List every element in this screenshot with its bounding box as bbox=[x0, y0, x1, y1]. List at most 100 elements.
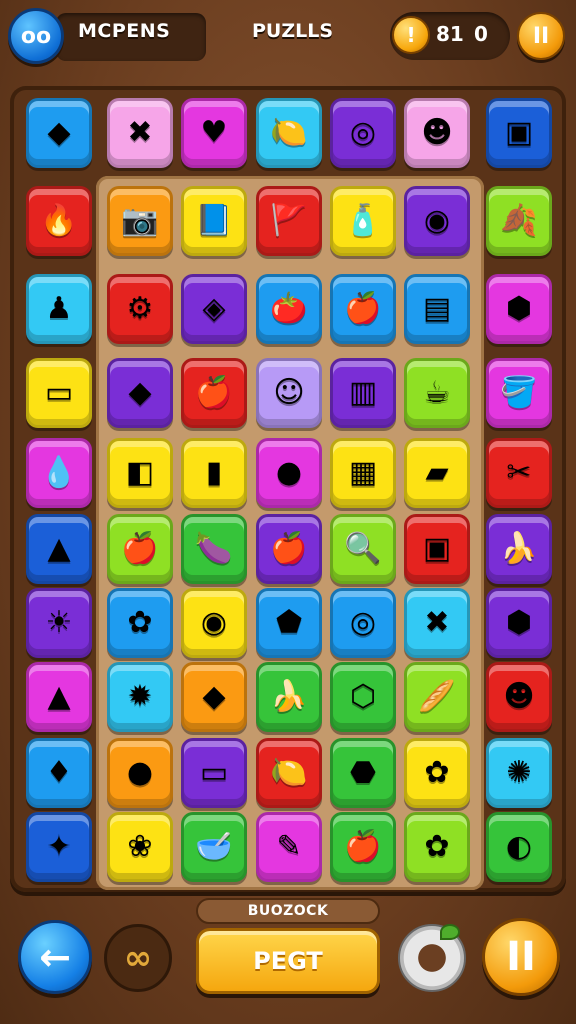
purple-ring-icon: ◎ bbox=[349, 115, 377, 150]
green-pot-tile[interactable]: ⬣ bbox=[330, 738, 396, 808]
lavender-face-tile[interactable]: ☺ bbox=[256, 358, 322, 428]
yellow-flower-icon: ✿ bbox=[424, 755, 450, 790]
link-button[interactable]: ∞ bbox=[104, 924, 172, 992]
red-face-icon: ☻ bbox=[503, 679, 535, 714]
blue-star-tile[interactable]: ✦ bbox=[26, 812, 92, 882]
purple-ring-tile[interactable]: ◎ bbox=[330, 98, 396, 168]
back-button[interactable]: ← bbox=[18, 920, 92, 994]
orange-camera-tile[interactable]: 📷 bbox=[107, 186, 173, 256]
lime-flower-tile[interactable]: ✿ bbox=[404, 812, 470, 882]
yellow-box-tile[interactable]: ▰ bbox=[404, 438, 470, 508]
green-box-tile[interactable]: ⬡ bbox=[330, 662, 396, 732]
magenta-heart-tile[interactable]: ♥ bbox=[181, 98, 247, 168]
pink-face-tile[interactable]: ☻ bbox=[404, 98, 470, 168]
green-bowl-tile[interactable]: 🥣 bbox=[181, 812, 247, 882]
lime-apple-icon: 🍎 bbox=[121, 531, 159, 566]
yellow-battery-tile[interactable]: ▮ bbox=[181, 438, 247, 508]
red-lemon-tile[interactable]: 🍋 bbox=[256, 738, 322, 808]
green-apple-tile[interactable]: 🍎 bbox=[330, 812, 396, 882]
blue-leaf-tile[interactable]: ⬟ bbox=[256, 588, 322, 658]
pause-button[interactable]: II bbox=[482, 918, 560, 996]
top-bar: oo MCPENS PUZLLS ! 81 0 II bbox=[0, 0, 576, 78]
red-flag-icon: 🚩 bbox=[270, 203, 308, 238]
purple-sun-tile[interactable]: ☀ bbox=[26, 588, 92, 658]
green-eggplant-icon: 🍆 bbox=[195, 531, 233, 566]
green-banana-tile[interactable]: 🍌 bbox=[256, 662, 322, 732]
blue-swirl-tile[interactable]: ♦ bbox=[26, 738, 92, 808]
purple-banana-tile[interactable]: 🍌 bbox=[486, 514, 552, 584]
red-face-tile[interactable]: ☻ bbox=[486, 662, 552, 732]
red-fire-tile[interactable]: 🔥 bbox=[26, 186, 92, 256]
green-shield-tile[interactable]: ◐ bbox=[486, 812, 552, 882]
yellow-screen-tile[interactable]: ▭ bbox=[26, 358, 92, 428]
blue-apple-tile[interactable]: 🍎 bbox=[330, 274, 396, 344]
blue-card-tile[interactable]: ▤ bbox=[404, 274, 470, 344]
secondary-count: 0 bbox=[474, 22, 488, 46]
purple-dial-tile[interactable]: ◉ bbox=[404, 186, 470, 256]
pink-x-tile[interactable]: ✖ bbox=[107, 98, 173, 168]
blue-flower-tile[interactable]: ✿ bbox=[107, 588, 173, 658]
blue-box-tile[interactable]: ▣ bbox=[486, 98, 552, 168]
purple-camera-tile[interactable]: ▭ bbox=[181, 738, 247, 808]
lavender-face-icon: ☺ bbox=[273, 375, 305, 410]
yellow-flower-tile[interactable]: ✿ bbox=[404, 738, 470, 808]
bottom-label: BUOZOCK bbox=[196, 898, 380, 924]
magenta-ball-icon: ● bbox=[275, 455, 303, 490]
red-apple-tile[interactable]: 🍎 bbox=[181, 358, 247, 428]
magenta-bucket-tile[interactable]: 🪣 bbox=[486, 358, 552, 428]
magenta-triangle-tile[interactable]: ▲ bbox=[26, 662, 92, 732]
yellow-cog-tile[interactable]: ❀ bbox=[107, 812, 173, 882]
orange-ball-tile[interactable]: ● bbox=[107, 738, 173, 808]
cyan-lemon-icon: 🍋 bbox=[270, 115, 308, 150]
yellow-bottle-tile[interactable]: 🧴 bbox=[330, 186, 396, 256]
magenta-pencil-tile[interactable]: ✎ bbox=[256, 812, 322, 882]
orange-gem-icon: ◆ bbox=[202, 679, 226, 714]
magenta-ball-tile[interactable]: ● bbox=[256, 438, 322, 508]
purple-jar-tile[interactable]: ▥ bbox=[330, 358, 396, 428]
red-tool-tile[interactable]: ✂ bbox=[486, 438, 552, 508]
red-flag-tile[interactable]: 🚩 bbox=[256, 186, 322, 256]
cyan-lemon-tile[interactable]: 🍋 bbox=[256, 98, 322, 168]
pink-face-icon: ☻ bbox=[421, 115, 453, 150]
yellow-window-tile[interactable]: ▦ bbox=[330, 438, 396, 508]
cyan-gear-tile[interactable]: ✹ bbox=[107, 662, 173, 732]
play-button[interactable]: PEGT bbox=[196, 928, 380, 994]
lime-bread-icon: 🥖 bbox=[418, 679, 456, 714]
cyan-pawn-tile[interactable]: ♟ bbox=[26, 274, 92, 344]
blue-donut-tile[interactable]: ◎ bbox=[330, 588, 396, 658]
yellow-book-tile[interactable]: 📘 bbox=[181, 186, 247, 256]
purple-sign-tile[interactable]: ◆ bbox=[107, 358, 173, 428]
menu-button[interactable]: II bbox=[517, 12, 565, 60]
magenta-triangle-icon: ▲ bbox=[47, 679, 71, 714]
purple-camera-icon: ▭ bbox=[199, 755, 229, 790]
yellow-cube-tile[interactable]: ◧ bbox=[107, 438, 173, 508]
lime-apple-tile[interactable]: 🍎 bbox=[107, 514, 173, 584]
cyan-cross-tile[interactable]: ✖ bbox=[404, 588, 470, 658]
orange-gem-tile[interactable]: ◆ bbox=[181, 662, 247, 732]
purple-nut-tile[interactable]: ⬢ bbox=[486, 588, 552, 658]
blue-shape-tile[interactable]: ▲ bbox=[26, 514, 92, 584]
profile-avatar-button[interactable]: oo bbox=[8, 8, 64, 64]
green-eggplant-tile[interactable]: 🍆 bbox=[181, 514, 247, 584]
lime-cup-tile[interactable]: ☕ bbox=[404, 358, 470, 428]
red-apple-icon: 🍎 bbox=[195, 375, 233, 410]
lime-search-tile[interactable]: 🔍 bbox=[330, 514, 396, 584]
red-gear-tile[interactable]: ⚙ bbox=[107, 274, 173, 344]
yellow-target-tile[interactable]: ◉ bbox=[181, 588, 247, 658]
magenta-heart-icon: ♥ bbox=[200, 115, 228, 150]
purple-gem-tile[interactable]: ◈ bbox=[181, 274, 247, 344]
purple-apple-tile[interactable]: 🍎 bbox=[256, 514, 322, 584]
magenta-pencil-icon: ✎ bbox=[276, 829, 302, 864]
blue-diamond-tile[interactable]: ◆ bbox=[26, 98, 92, 168]
cyan-badge-tile[interactable]: ✺ bbox=[486, 738, 552, 808]
blue-tomato-tile[interactable]: 🍅 bbox=[256, 274, 322, 344]
lime-leaf-tile[interactable]: 🍂 bbox=[486, 186, 552, 256]
magenta-drop-tile[interactable]: 💧 bbox=[26, 438, 92, 508]
magenta-hex-tile[interactable]: ⬢ bbox=[486, 274, 552, 344]
blue-swirl-icon: ♦ bbox=[45, 755, 73, 790]
red-device-tile[interactable]: ▣ bbox=[404, 514, 470, 584]
cyan-badge-icon: ✺ bbox=[506, 755, 532, 790]
yellow-target-icon: ◉ bbox=[200, 605, 228, 640]
lime-bread-tile[interactable]: 🥖 bbox=[404, 662, 470, 732]
coin-icon: ! bbox=[392, 16, 430, 54]
